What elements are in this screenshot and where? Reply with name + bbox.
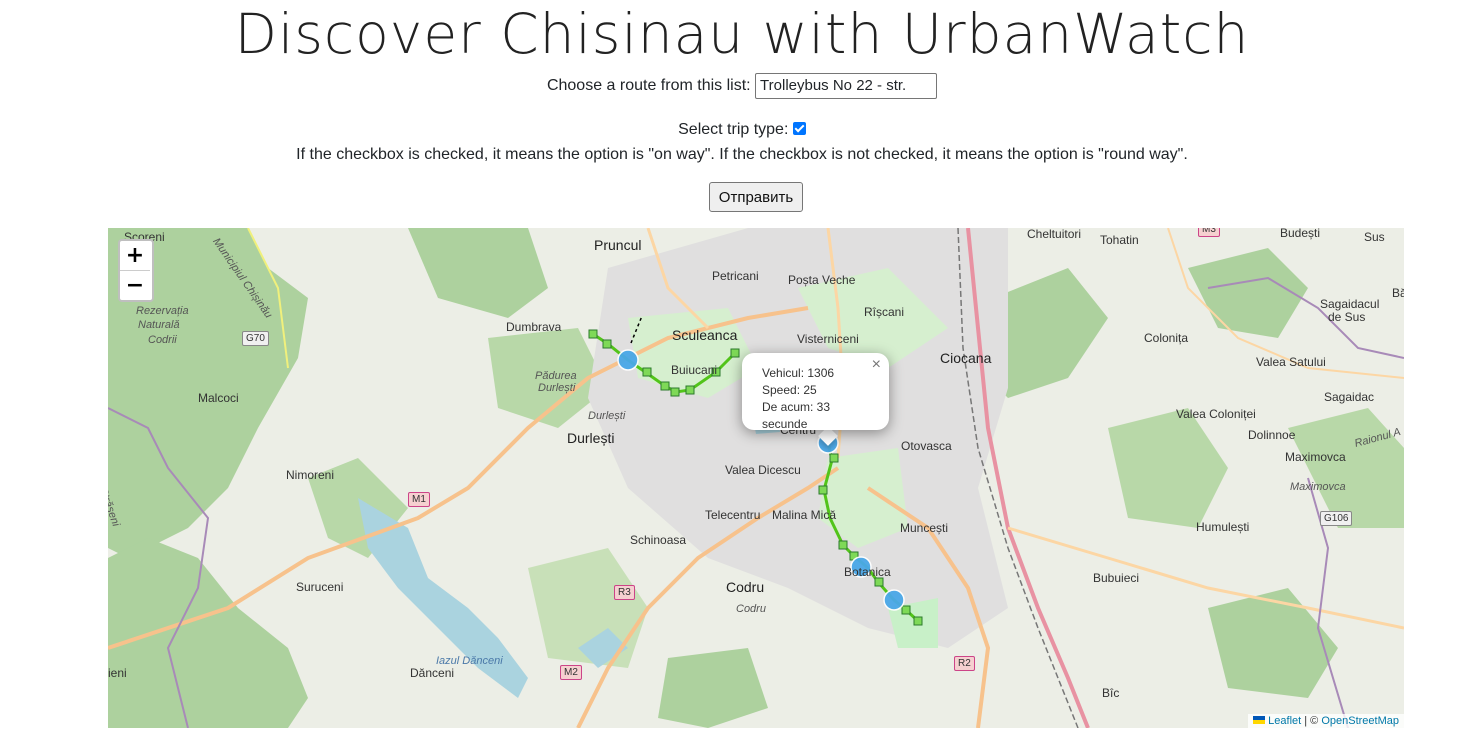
attribution-separator: | © — [1301, 715, 1322, 727]
map-label: Valea Dicescu — [725, 463, 801, 477]
map-label: Valea Coloniței — [1176, 407, 1256, 421]
map-label: Valea Satului — [1256, 355, 1326, 369]
map-label: Durlești — [538, 382, 576, 394]
map-label: Tohatin — [1100, 233, 1139, 247]
map-label: Muncești — [900, 521, 949, 535]
road-shield: M1 — [408, 492, 430, 507]
osm-link[interactable]: OpenStreetMap — [1321, 715, 1399, 727]
map-label: Rezervația — [136, 305, 189, 317]
road-shield: G106 — [1320, 511, 1353, 526]
map-label: Codru — [736, 603, 766, 615]
map-label: ieni — [108, 666, 127, 680]
trip-type-label: Select trip type: — [678, 121, 789, 138]
map-label: Naturală — [138, 319, 180, 331]
map-label: Codru — [726, 579, 765, 595]
popup-speed: Speed: 25 — [762, 383, 817, 397]
road-shield: R3 — [614, 585, 635, 600]
map-label: Bîc — [1102, 686, 1120, 700]
route-row: Choose a route from this list: Trolleybu… — [0, 73, 1484, 99]
popup-close-button[interactable]: × — [872, 356, 881, 373]
route-map[interactable]: Scoreni Pruncul Petricani Poșta Veche Rî… — [108, 228, 1404, 728]
zoom-in-button[interactable]: + — [120, 241, 150, 271]
map-label: Budești — [1280, 228, 1321, 240]
map-label: Sculeanca — [672, 327, 738, 343]
route-input[interactable]: Trolleybus No 22 - str. — [755, 73, 938, 99]
ukraine-flag-icon — [1253, 716, 1266, 724]
submit-button[interactable]: Отправить — [709, 182, 803, 212]
map-label: Malina Mică — [772, 508, 837, 522]
map-label: Suruceni — [296, 580, 344, 594]
map-label: Visterniceni — [797, 332, 859, 346]
map-label: Cheltuitori — [1027, 228, 1082, 241]
vehicle-marker — [617, 349, 639, 371]
map-label: Durlești — [567, 430, 615, 446]
map-label: Schinoasa — [630, 533, 687, 547]
road-shield: M3 — [1198, 228, 1220, 237]
vehicle-popup: × Vehicul: 1306 Speed: 25 De acum: 33 se… — [742, 353, 889, 431]
map-label: Pădurea — [535, 370, 577, 382]
map-label: Sagaidac — [1324, 390, 1375, 404]
trip-type-hint: If the checkbox is checked, it means the… — [296, 146, 1188, 163]
road-shield: M2 — [560, 665, 582, 680]
popup-since: De acum: 33 secunde — [762, 400, 831, 431]
page-title: Discover Chisinau with UrbanWatch — [234, 2, 1250, 66]
map-label: Pruncul — [594, 237, 642, 253]
map-label: Otovasca — [901, 439, 952, 453]
map-label: Ciocana — [940, 350, 992, 366]
trip-row: Select trip type: — [0, 121, 1484, 139]
map-label: Humulești — [1196, 520, 1250, 534]
trip-type-checkbox[interactable] — [792, 122, 806, 135]
map-label: de Sus — [1328, 310, 1366, 324]
map-label: Dănceni — [410, 666, 455, 680]
zoom-out-button[interactable]: − — [120, 271, 150, 300]
route-label: Choose a route from this list: — [546, 77, 751, 94]
map-label: Telecentru — [705, 508, 761, 522]
map-label: Maximovca — [1285, 450, 1346, 464]
map-label: Codrii — [148, 334, 177, 346]
map-label: Botanica — [844, 565, 891, 579]
map-attribution: Leaflet | © OpenStreetMap — [1248, 714, 1404, 728]
map-label: Bubuieci — [1093, 571, 1140, 585]
zoom-control: + − — [118, 239, 154, 302]
popup-vehicle: Vehicul: 1306 — [762, 366, 835, 380]
map-label: Durlești — [588, 410, 626, 422]
map-label: Petricani — [712, 269, 759, 283]
road-shield: R2 — [954, 656, 975, 671]
map-label: Bă — [1392, 286, 1404, 300]
map-label: Sus — [1364, 230, 1385, 244]
map-label: Dumbrava — [506, 320, 562, 334]
vehicle-marker — [883, 589, 905, 611]
leaflet-link[interactable]: Leaflet — [1268, 715, 1301, 727]
map-label: Maximovca — [1290, 481, 1346, 493]
map-label: Sagaidacul — [1320, 297, 1380, 311]
map-label: Rîșcani — [864, 305, 905, 319]
road-shield: G70 — [242, 331, 269, 346]
map-label: Malcoci — [198, 391, 239, 405]
map-label: Poșta Veche — [788, 273, 856, 287]
map-label: Buiucani — [671, 363, 718, 377]
map-label: Dolinnoe — [1248, 428, 1296, 442]
map-label: Nimoreni — [286, 468, 335, 482]
map-label: Colonița — [1144, 331, 1189, 345]
